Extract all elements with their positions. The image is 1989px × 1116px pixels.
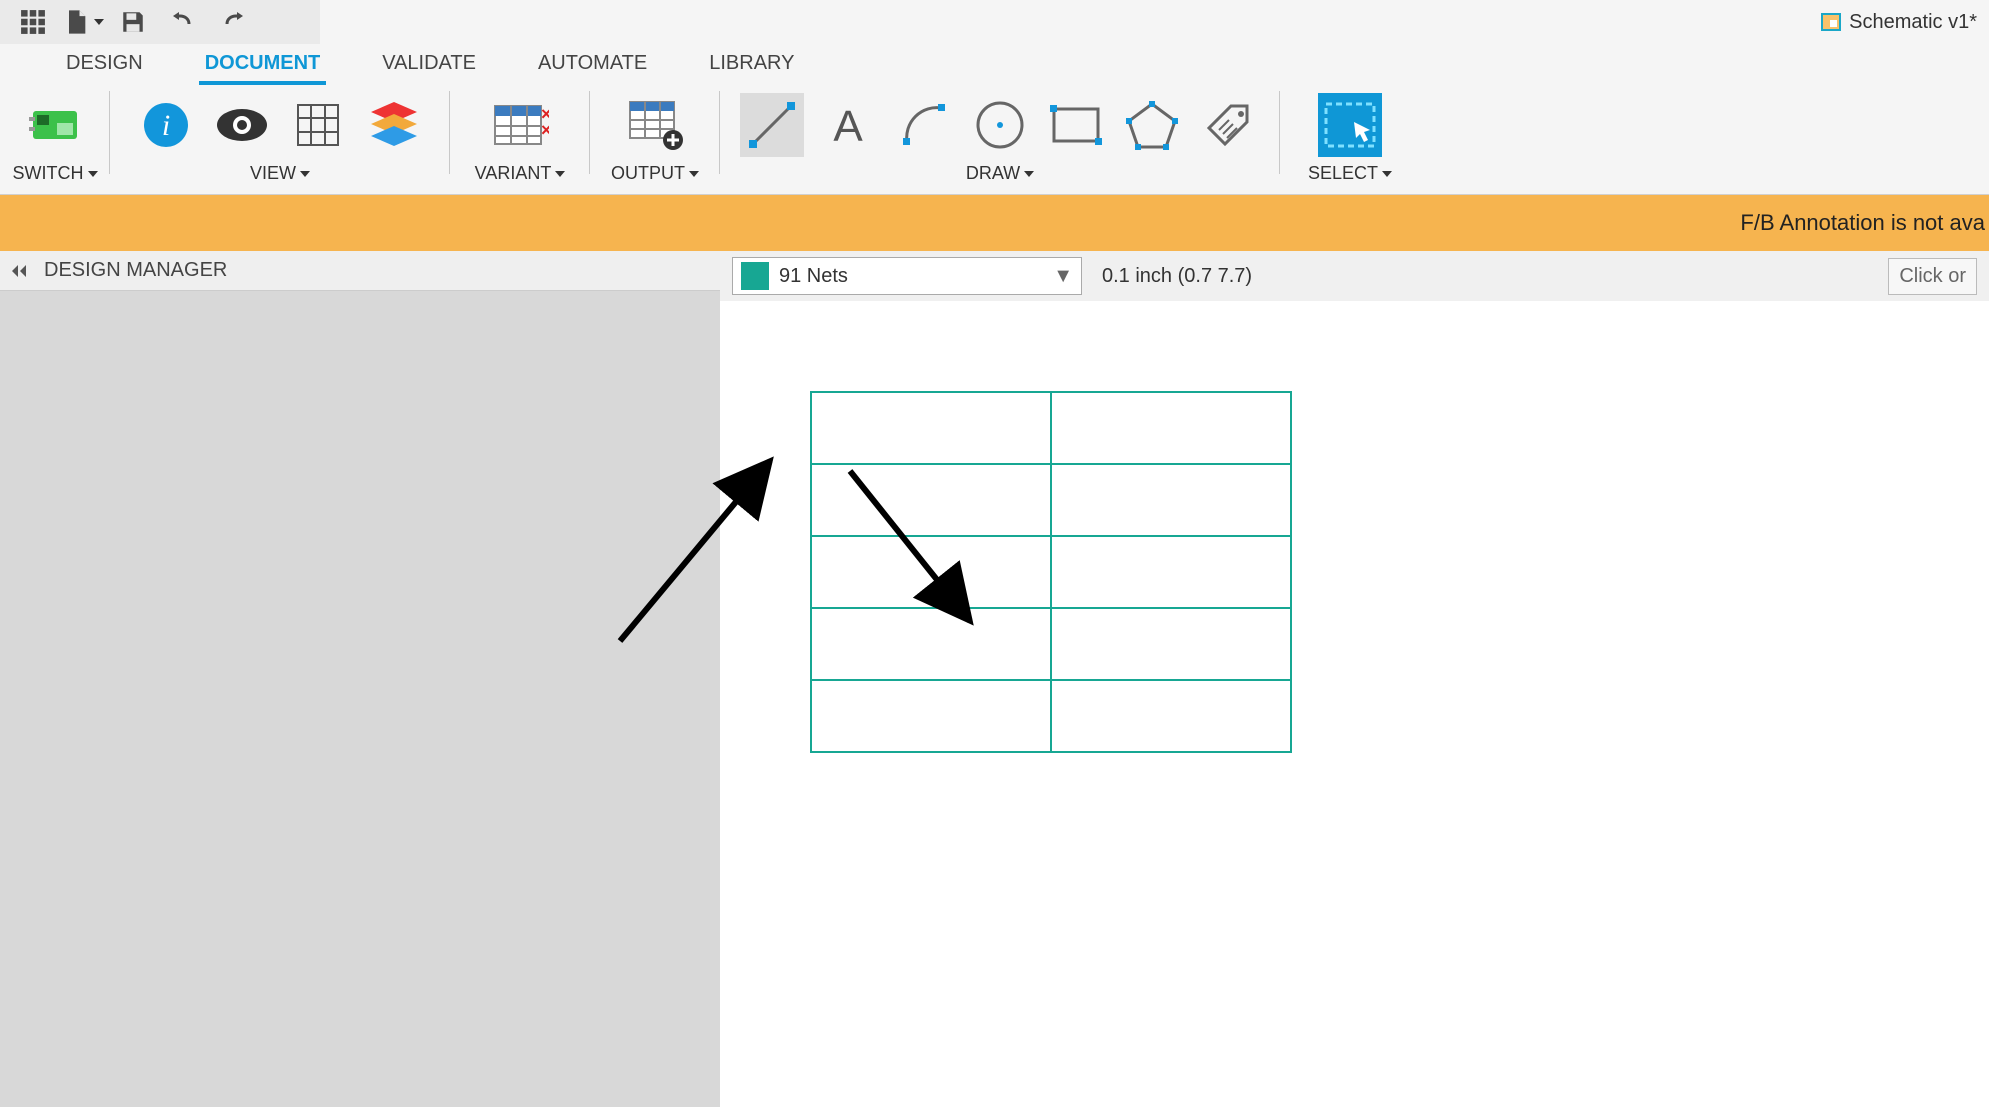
canvas-area[interactable]: 91 Nets ▼ 0.1 inch (0.7 7.7) Click or bbox=[720, 251, 1989, 1107]
switch-dropdown[interactable]: SWITCH bbox=[9, 161, 102, 186]
table-cell bbox=[1051, 536, 1291, 608]
table-cell bbox=[1051, 608, 1291, 680]
warning-bar: F/B Annotation is not ava bbox=[0, 195, 1989, 251]
redo-icon[interactable] bbox=[208, 2, 258, 42]
info-icon[interactable]: i bbox=[134, 93, 198, 157]
schematic-icon bbox=[1821, 13, 1841, 31]
draw-text-icon[interactable]: A bbox=[816, 93, 880, 157]
layers-icon[interactable] bbox=[362, 93, 426, 157]
svg-text:×: × bbox=[541, 120, 549, 140]
table-cell bbox=[811, 680, 1051, 752]
variant-dropdown[interactable]: VARIANT bbox=[471, 161, 570, 186]
draw-polygon-icon[interactable] bbox=[1120, 93, 1184, 157]
design-manager-panel: DESIGN MANAGER bbox=[0, 251, 720, 1107]
drawn-table bbox=[810, 391, 1292, 753]
select-dropdown[interactable]: SELECT bbox=[1304, 161, 1396, 186]
variant-table-icon[interactable]: × × bbox=[488, 93, 552, 157]
draw-line-icon[interactable] bbox=[740, 93, 804, 157]
table-cell bbox=[811, 392, 1051, 464]
draw-tag-icon[interactable] bbox=[1196, 93, 1260, 157]
save-icon[interactable] bbox=[108, 2, 158, 42]
ribbon: SWITCH i VIEW bbox=[0, 85, 1989, 195]
table-cell bbox=[811, 536, 1051, 608]
select-tool-icon[interactable] bbox=[1318, 93, 1382, 157]
eye-icon[interactable] bbox=[210, 93, 274, 157]
layer-select[interactable]: 91 Nets ▼ bbox=[732, 257, 1082, 295]
table-cell bbox=[811, 608, 1051, 680]
quick-access-toolbar bbox=[0, 0, 320, 44]
table-cell bbox=[811, 464, 1051, 536]
output-dropdown[interactable]: OUTPUT bbox=[607, 161, 703, 186]
tab-validate[interactable]: VALIDATE bbox=[376, 48, 482, 85]
tab-automate[interactable]: AUTOMATE bbox=[532, 48, 653, 85]
draw-dropdown[interactable]: DRAW bbox=[962, 161, 1038, 186]
table-cell bbox=[1051, 392, 1291, 464]
new-file-icon[interactable] bbox=[58, 2, 108, 42]
chevron-down-icon: ▼ bbox=[1053, 265, 1073, 288]
tab-document[interactable]: DOCUMENT bbox=[199, 48, 327, 85]
table-cell bbox=[1051, 680, 1291, 752]
apps-grid-icon[interactable] bbox=[8, 2, 58, 42]
tab-library[interactable]: LIBRARY bbox=[703, 48, 800, 85]
design-manager-title: DESIGN MANAGER bbox=[44, 259, 227, 282]
collapse-panel-icon[interactable] bbox=[4, 263, 34, 279]
canvas-toolbar: 91 Nets ▼ 0.1 inch (0.7 7.7) Click or bbox=[720, 251, 1989, 301]
layer-label: 91 Nets bbox=[779, 265, 848, 288]
output-table-icon[interactable] bbox=[623, 93, 687, 157]
svg-text:i: i bbox=[162, 109, 170, 142]
document-title-text: Schematic v1* bbox=[1849, 11, 1977, 34]
document-title: Schematic v1* bbox=[1821, 11, 1989, 34]
coordinate-readout: 0.1 inch (0.7 7.7) bbox=[1102, 265, 1252, 288]
main-tabs: DESIGN DOCUMENT VALIDATE AUTOMATE LIBRAR… bbox=[0, 44, 1989, 85]
switch-board-icon[interactable] bbox=[23, 93, 87, 157]
draw-rectangle-icon[interactable] bbox=[1044, 93, 1108, 157]
draw-circle-icon[interactable] bbox=[968, 93, 1032, 157]
table-cell bbox=[1051, 464, 1291, 536]
svg-text:A: A bbox=[833, 102, 863, 149]
grid-icon[interactable] bbox=[286, 93, 350, 157]
view-dropdown[interactable]: VIEW bbox=[246, 161, 314, 186]
undo-icon[interactable] bbox=[158, 2, 208, 42]
tab-design[interactable]: DESIGN bbox=[60, 48, 149, 85]
layer-color-swatch bbox=[741, 262, 769, 290]
draw-arc-icon[interactable] bbox=[892, 93, 956, 157]
warning-text: F/B Annotation is not ava bbox=[1740, 210, 1985, 236]
command-hint-input[interactable]: Click or bbox=[1888, 258, 1977, 295]
